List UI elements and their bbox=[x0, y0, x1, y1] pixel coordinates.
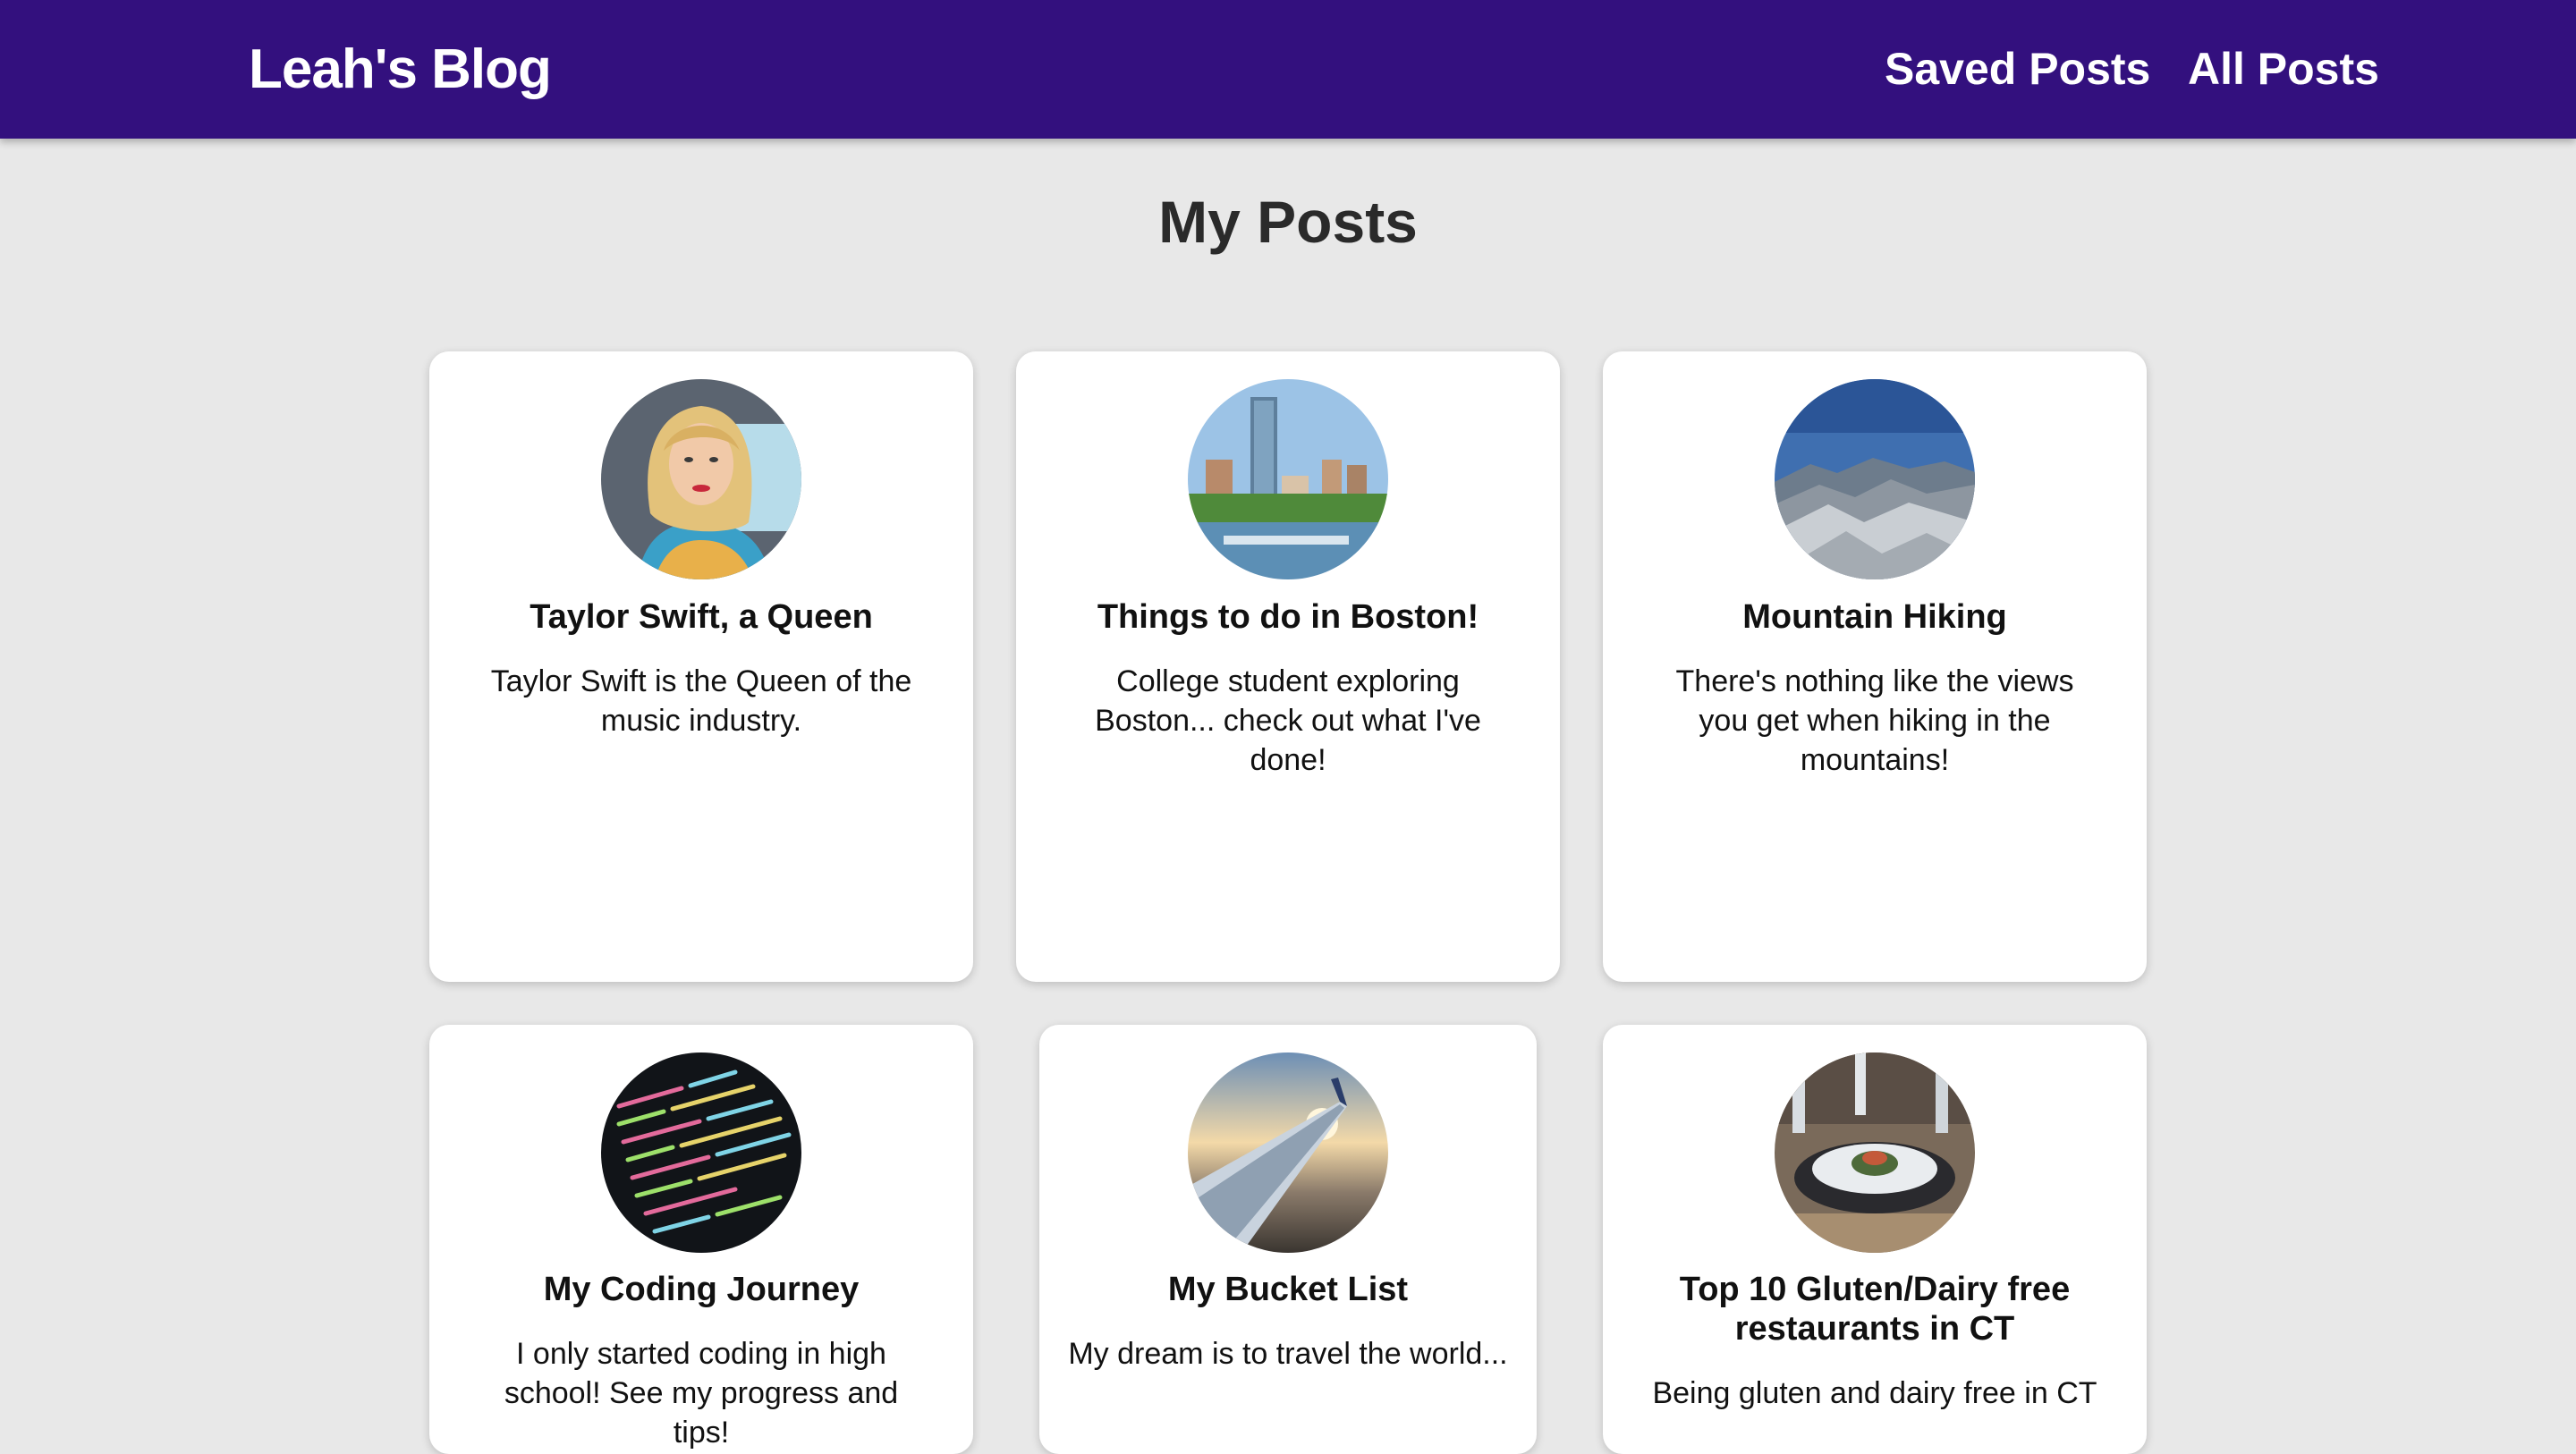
nav-all-posts[interactable]: All Posts bbox=[2188, 0, 2379, 139]
top-navbar: Leah's Blog Saved Posts All Posts bbox=[0, 0, 2576, 139]
post-card[interactable]: Mountain Hiking There's nothing like the… bbox=[1603, 351, 2147, 982]
page-title: My Posts bbox=[1158, 189, 1418, 255]
post-title: Mountain Hiking bbox=[1742, 598, 2007, 636]
post-description: Taylor Swift is the Queen of the music i… bbox=[490, 664, 912, 738]
post-description: I only started coding in high school! Se… bbox=[504, 1337, 899, 1450]
taylor-swift-portrait-image bbox=[601, 379, 801, 579]
brand-logo-link[interactable]: Leah's Blog bbox=[249, 0, 552, 139]
post-card[interactable]: My Bucket List My dream is to travel the… bbox=[1039, 1025, 1537, 1454]
post-card[interactable]: My Coding Journey I only started coding … bbox=[429, 1025, 973, 1454]
post-title: Things to do in Boston! bbox=[1097, 598, 1479, 636]
post-image bbox=[1188, 1052, 1388, 1253]
post-description: There's nothing like the views you get w… bbox=[1675, 664, 2074, 777]
mountain-range-image bbox=[1775, 379, 1975, 579]
post-title: My Coding Journey bbox=[543, 1271, 860, 1308]
post-card[interactable]: Things to do in Boston! College student … bbox=[1016, 351, 1560, 982]
post-card[interactable]: Top 10 Gluten/Dairy free restaurants in … bbox=[1603, 1025, 2147, 1454]
post-title: My Bucket List bbox=[1167, 1271, 1409, 1308]
restaurant-dish-image bbox=[1775, 1052, 1975, 1253]
airplane-wing-image bbox=[1188, 1052, 1388, 1253]
boston-skyline-image bbox=[1188, 379, 1388, 579]
post-title: Taylor Swift, a Queen bbox=[530, 598, 873, 636]
post-description: College student exploring Boston... chec… bbox=[1095, 664, 1481, 777]
post-description: My dream is to travel the world... bbox=[1068, 1337, 1508, 1371]
post-description: Being gluten and dairy free in CT bbox=[1652, 1376, 2097, 1410]
code-screen-image bbox=[601, 1052, 801, 1253]
post-image bbox=[1775, 1052, 1975, 1253]
post-image bbox=[601, 379, 801, 579]
post-card[interactable]: Taylor Swift, a Queen Taylor Swift is th… bbox=[429, 351, 973, 982]
post-image bbox=[601, 1052, 801, 1253]
post-image bbox=[1775, 379, 1975, 579]
post-title: Top 10 Gluten/Dairy free restaurants in … bbox=[1679, 1271, 2071, 1348]
post-image bbox=[1188, 379, 1388, 579]
nav-saved-posts[interactable]: Saved Posts bbox=[1885, 0, 2150, 139]
